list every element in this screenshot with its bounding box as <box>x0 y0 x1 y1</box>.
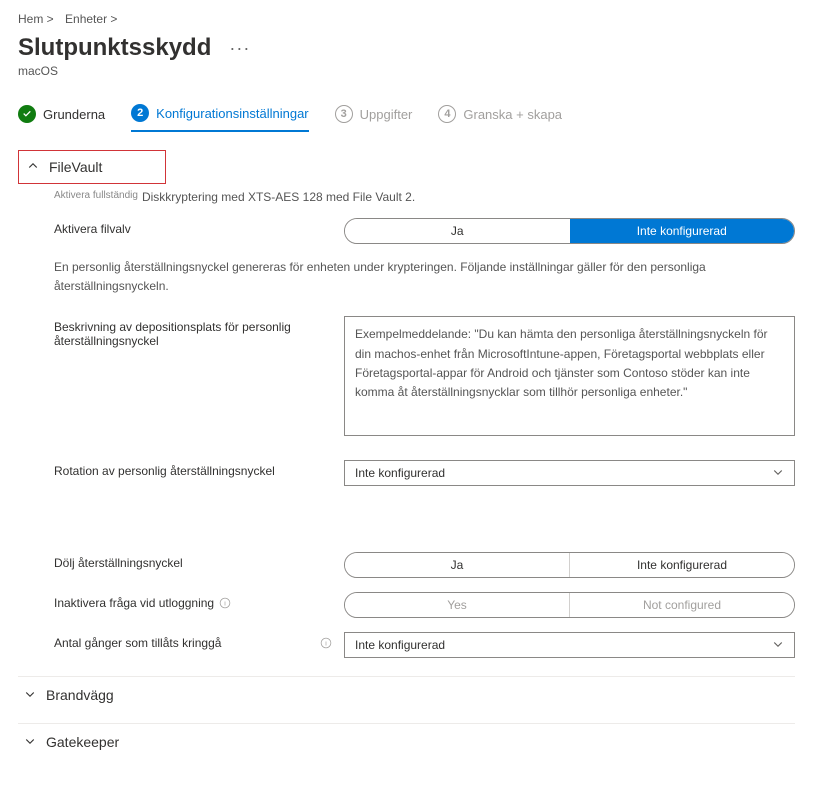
escrow-label: Beskrivning av depositionsplats för pers… <box>54 316 344 348</box>
toggle-option-not-configured[interactable]: Not configured <box>570 593 794 617</box>
step-label: Grunderna <box>43 107 105 122</box>
escrow-textbox[interactable]: Exempelmeddelande: "Du kan hämta den per… <box>344 316 795 436</box>
section-firewall-header[interactable]: Brandvägg <box>18 676 795 713</box>
step-basics[interactable]: Grunderna <box>18 105 105 131</box>
bypass-label: Antal gånger som tillåts kringgå i <box>54 632 344 650</box>
info-icon[interactable]: i <box>319 637 332 650</box>
filevault-note: En personlig återställningsnyckel genere… <box>54 258 795 296</box>
step-label: Konfigurationsinställningar <box>156 106 308 121</box>
rotation-label: Rotation av personlig återställningsnyck… <box>54 460 344 478</box>
svg-text:i: i <box>224 601 226 608</box>
bypass-dropdown[interactable]: Inte konfigurerad <box>344 632 795 658</box>
section-title: Brandvägg <box>46 687 114 703</box>
chevron-up-icon <box>27 160 39 175</box>
more-menu-icon[interactable]: ··· <box>229 38 250 59</box>
page-title: Slutpunktsskydd <box>18 34 211 62</box>
filevault-desc: Diskkryptering med XTS-AES 128 med File … <box>142 190 415 204</box>
enable-filevault-label: Aktivera filvalv <box>54 218 344 236</box>
step-config[interactable]: 2 Konfigurationsinställningar <box>131 104 308 132</box>
section-gatekeeper-header[interactable]: Gatekeeper <box>18 723 795 760</box>
section-filevault-header[interactable]: FileVault <box>18 150 166 184</box>
toggle-option-yes[interactable]: Yes <box>345 593 569 617</box>
step-label: Granska + skapa <box>463 107 562 122</box>
chevron-down-icon <box>24 688 36 703</box>
enable-filevault-toggle[interactable]: Ja Inte konfigurerad <box>344 218 795 244</box>
chevron-down-icon <box>772 466 784 481</box>
wizard-stepper: Grunderna 2 Konfigurationsinställningar … <box>18 104 795 132</box>
breadcrumb-devices[interactable]: Enheter > <box>65 12 117 26</box>
disable-prompt-toggle[interactable]: Yes Not configured <box>344 592 795 618</box>
bypass-value: Inte konfigurerad <box>355 638 445 652</box>
breadcrumb-home[interactable]: Hem > <box>18 12 54 26</box>
check-icon <box>18 105 36 123</box>
hide-key-toggle[interactable]: Ja Inte konfigurerad <box>344 552 795 578</box>
step-number: 3 <box>335 105 353 123</box>
step-label: Uppgifter <box>360 107 413 122</box>
disable-prompt-label: Inaktivera fråga vid utloggning i <box>54 592 344 610</box>
toggle-option-not-configured[interactable]: Inte konfigurerad <box>570 553 794 577</box>
step-tasks[interactable]: 3 Uppgifter <box>335 105 413 131</box>
toggle-option-ja[interactable]: Ja <box>345 219 570 243</box>
hide-key-label: Dölj återställningsnyckel <box>54 552 344 570</box>
rotation-value: Inte konfigurerad <box>355 466 445 480</box>
info-icon[interactable]: i <box>218 597 231 610</box>
step-review[interactable]: 4 Granska + skapa <box>438 105 562 131</box>
svg-text:i: i <box>325 641 327 648</box>
section-title: Gatekeeper <box>46 734 119 750</box>
desc-prefix: Aktivera fullständig <box>54 190 138 204</box>
rotation-dropdown[interactable]: Inte konfigurerad <box>344 460 795 486</box>
breadcrumb: Hem > Enheter > <box>18 12 795 26</box>
chevron-down-icon <box>24 735 36 750</box>
step-number: 2 <box>131 104 149 122</box>
step-number: 4 <box>438 105 456 123</box>
section-title: FileVault <box>49 159 102 175</box>
toggle-option-ja[interactable]: Ja <box>345 553 569 577</box>
chevron-down-icon <box>772 638 784 653</box>
section-filevault-body: Aktivera fullständig Diskkryptering med … <box>54 190 795 658</box>
page-subtitle: macOS <box>18 64 795 78</box>
toggle-option-not-configured[interactable]: Inte konfigurerad <box>570 219 795 243</box>
